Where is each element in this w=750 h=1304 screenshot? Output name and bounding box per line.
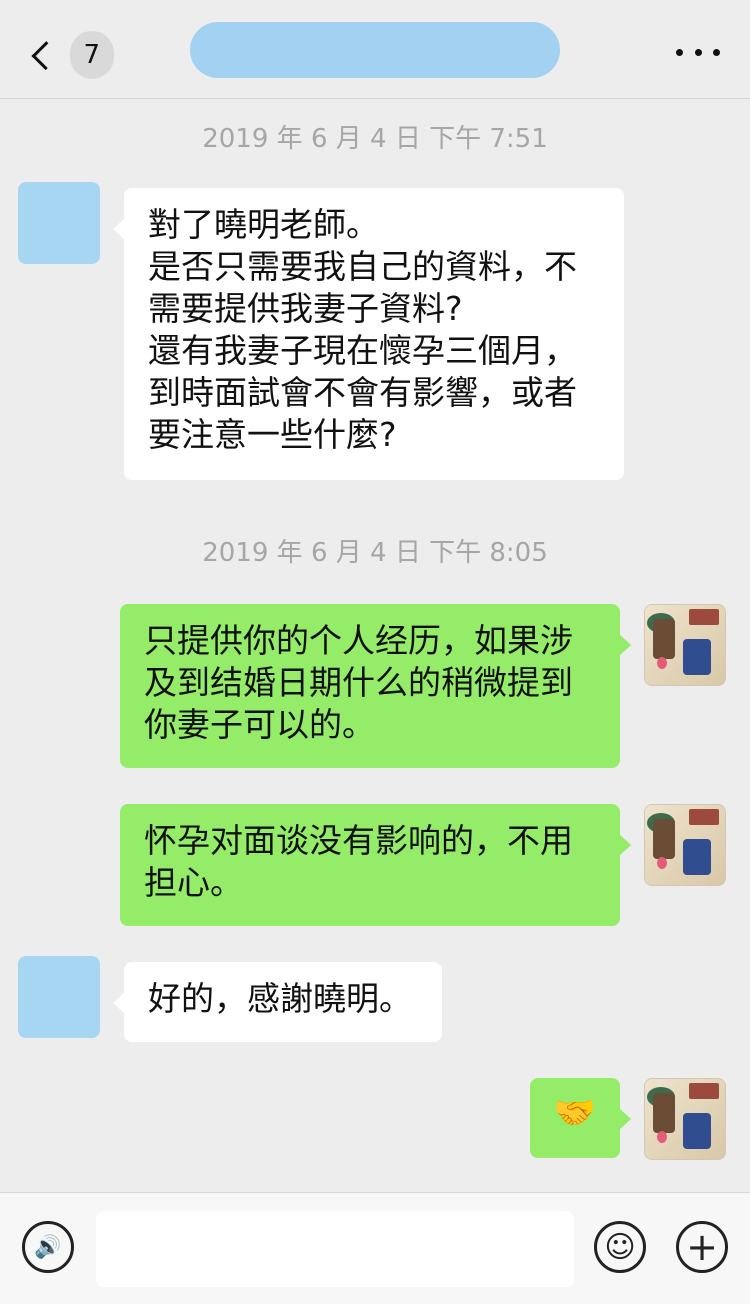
more-options-button[interactable] xyxy=(676,42,720,62)
more-dot xyxy=(694,48,702,56)
avatar-detail xyxy=(657,857,667,869)
avatar-detail xyxy=(683,1113,711,1149)
chevron-left-icon xyxy=(31,40,61,70)
avatar-detail xyxy=(689,809,719,825)
plus-icon[interactable]: + xyxy=(676,1221,728,1273)
outgoing-emoji-message[interactable]: 🤝 xyxy=(530,1078,631,1158)
incoming-message[interactable]: 對了曉明老師。 是否只需要我自己的資料，不需要提供我妻子資料? 還有我妻子現在懷… xyxy=(113,188,624,480)
voice-icon[interactable]: 🔊 xyxy=(22,1221,74,1273)
message-input[interactable] xyxy=(96,1211,574,1287)
contact-name-redacted xyxy=(190,22,560,78)
contact-avatar[interactable] xyxy=(18,956,100,1038)
incoming-message[interactable]: 好的，感謝曉明。 xyxy=(113,962,442,1042)
emoji-icon[interactable]: ☺ xyxy=(594,1221,646,1273)
more-dot xyxy=(713,48,720,56)
avatar-detail xyxy=(653,819,675,859)
input-bar: 🔊 ☺ + xyxy=(0,1192,750,1304)
chat-header: 7 xyxy=(0,0,750,99)
contact-avatar[interactable] xyxy=(18,182,100,264)
avatar-detail xyxy=(657,1131,667,1143)
unread-count-badge: 7 xyxy=(69,31,114,79)
timestamp: 2019 年 6 月 4 日 下午 7:51 xyxy=(202,124,548,154)
outgoing-message[interactable]: 怀孕对面谈没有影响的，不用担心。 xyxy=(120,804,631,926)
avatar-detail xyxy=(683,839,711,875)
back-button[interactable]: 7 xyxy=(24,30,114,80)
more-dot xyxy=(676,48,683,56)
my-avatar[interactable] xyxy=(644,804,726,886)
avatar-detail xyxy=(689,1083,719,1099)
my-avatar[interactable] xyxy=(644,604,726,686)
avatar-detail xyxy=(683,639,711,675)
avatar-detail xyxy=(657,657,667,669)
avatar-detail xyxy=(653,1093,675,1133)
outgoing-message[interactable]: 只提供你的个人经历，如果涉及到结婚日期什么的稍微提到你妻子可以的。 xyxy=(120,604,631,768)
avatar-detail xyxy=(653,619,675,659)
avatar-detail xyxy=(689,609,719,625)
chat-app: 7 2019 年 6 月 4 日 下午 7:51 對了曉明老師。 是否只需要我自… xyxy=(0,0,750,1304)
my-avatar[interactable] xyxy=(644,1078,726,1160)
timestamp: 2019 年 6 月 4 日 下午 8:05 xyxy=(202,538,548,568)
